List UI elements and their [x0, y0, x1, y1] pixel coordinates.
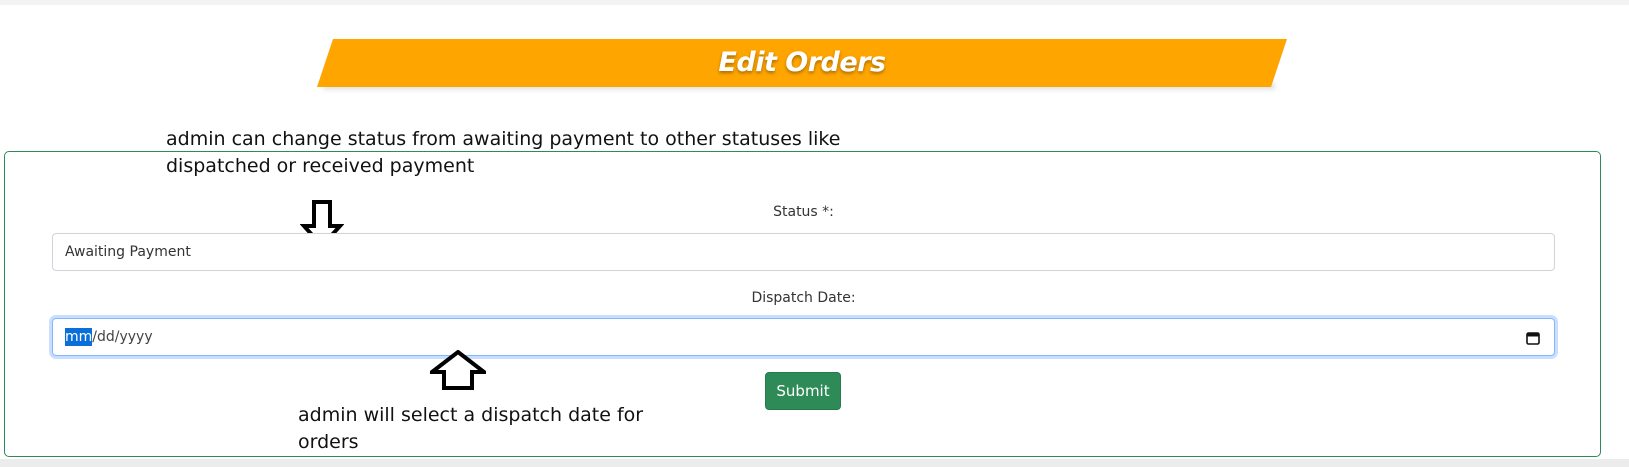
date-rest-segments[interactable]: /dd/yyyy	[92, 329, 152, 345]
status-label: Status *:	[773, 204, 834, 220]
dispatch-date-input[interactable]: mm/dd/yyyy	[52, 318, 1555, 356]
date-month-segment[interactable]: mm	[65, 328, 93, 346]
dispatch-date-label: Dispatch Date:	[751, 290, 856, 306]
page-title: Edit Orders	[718, 47, 886, 78]
date-annotation: admin will select a dispatch date for or…	[298, 404, 644, 453]
submit-button[interactable]: Submit	[765, 372, 841, 410]
top-strip	[0, 0, 1629, 5]
calendar-icon[interactable]	[1526, 331, 1540, 345]
status-select[interactable]: Awaiting Payment	[52, 233, 1555, 271]
page: Edit Orders admin can change status from…	[0, 0, 1629, 467]
bottom-strip	[0, 459, 1629, 467]
status-annotation: admin can change status from awaiting pa…	[166, 128, 841, 177]
arrow-up-icon	[430, 350, 486, 390]
